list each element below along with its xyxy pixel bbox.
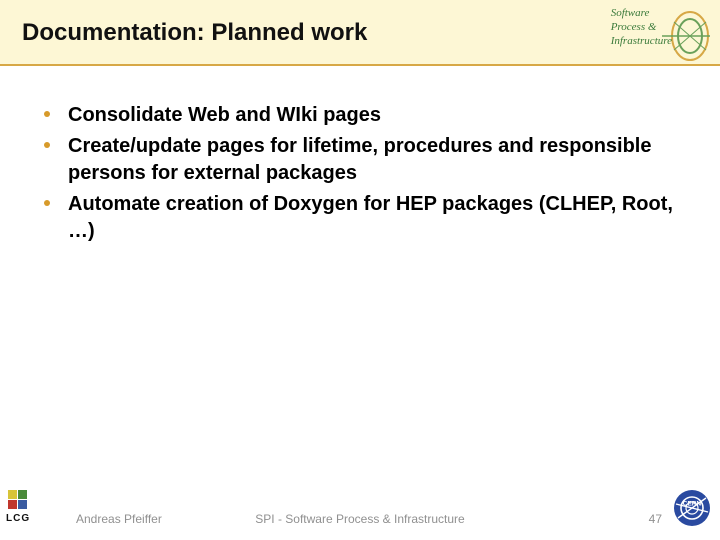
bullet-text: Consolidate Web and WIki pages <box>68 102 381 129</box>
lcg-squares-icon <box>8 490 36 510</box>
bullet-item: Consolidate Web and WIki pages <box>44 102 676 129</box>
spi-logo-text: Software Process & Infrastructure <box>611 6 672 48</box>
footer: LCG Andreas Pfeiffer SPI - Software Proc… <box>0 492 720 530</box>
bullet-dot-icon <box>44 200 50 206</box>
bullet-item: Create/update pages for lifetime, proced… <box>44 133 676 187</box>
bullet-item: Automate creation of Doxygen for HEP pac… <box>44 191 676 245</box>
header-band: Documentation: Planned work Software Pro… <box>0 0 720 66</box>
footer-center: SPI - Software Process & Infrastructure <box>255 512 464 526</box>
lcg-logo: LCG <box>6 490 48 524</box>
spi-logo-line3: Infrastructure <box>611 34 672 48</box>
footer-author: Andreas Pfeiffer <box>76 512 162 526</box>
spi-logo-line1: Software <box>611 6 672 20</box>
header-underline <box>0 64 720 66</box>
footer-page-number: 47 <box>649 512 662 526</box>
slide-title: Documentation: Planned work <box>22 19 367 47</box>
lcg-text: LCG <box>6 513 30 524</box>
cern-logo: CERN <box>672 488 712 528</box>
content-area: Consolidate Web and WIki pages Create/up… <box>0 66 720 245</box>
spi-logo-line2: Process & <box>611 20 672 34</box>
bullet-dot-icon <box>44 142 50 148</box>
cern-logo-text: CERN <box>683 501 702 508</box>
bullet-text: Create/update pages for lifetime, proced… <box>68 133 676 187</box>
bullet-dot-icon <box>44 111 50 117</box>
bullet-text: Automate creation of Doxygen for HEP pac… <box>68 191 676 245</box>
